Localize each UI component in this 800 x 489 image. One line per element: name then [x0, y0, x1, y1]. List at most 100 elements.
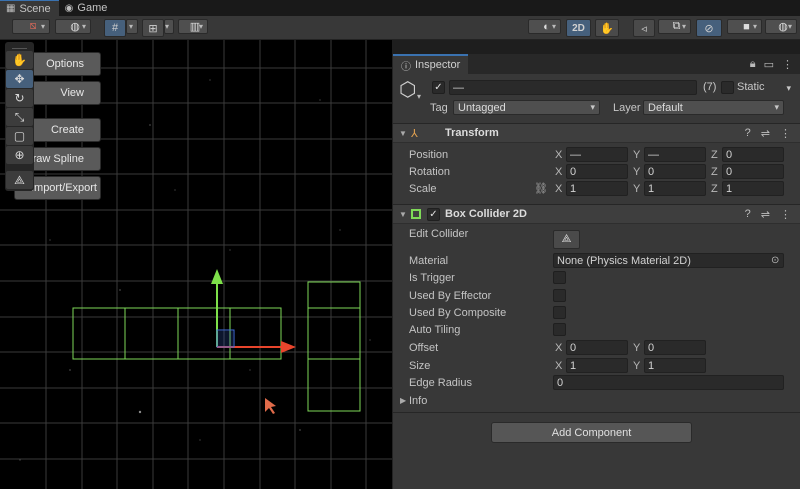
effects-dropdown[interactable]: ⧉ — [658, 19, 691, 34]
transform-tool[interactable]: ⊕ — [6, 146, 33, 164]
layer-dropdown[interactable]: Default — [643, 100, 784, 115]
camera-dropdown[interactable]: ■ — [727, 19, 762, 34]
rotation-z-field[interactable]: 0 — [722, 164, 784, 179]
maximize-icon[interactable]: ▭ — [764, 58, 774, 71]
material-field[interactable]: None (Physics Material 2D) — [553, 253, 784, 268]
component-menu-icon[interactable]: ⋮ — [780, 208, 791, 221]
size-row: Size X 1 Y 1 — [393, 357, 800, 374]
increment-snap-button[interactable]: ⊞ — [142, 19, 164, 37]
used-by-composite-checkbox[interactable] — [553, 306, 566, 319]
position-z-field[interactable]: 0 — [722, 147, 784, 162]
rotate-tool[interactable]: ↻ — [6, 89, 33, 107]
edit-collider-button[interactable]: ⟁ — [553, 230, 580, 249]
transform-header[interactable]: ▼ ⅄ Transform ? ⇌ ⋮ — [393, 123, 800, 143]
audio-icon: ◃ — [641, 22, 647, 35]
tag-dropdown[interactable]: Untagged — [453, 100, 600, 115]
box-collider-fold-icon[interactable]: ▼ — [399, 210, 407, 219]
help-icon[interactable]: ? — [745, 208, 751, 221]
scale-z-field[interactable]: 1 — [722, 181, 784, 196]
scene-visibility-button[interactable]: ⊘ — [696, 19, 722, 37]
create-label: Create — [50, 124, 84, 136]
add-component-label: Add Component — [551, 426, 632, 439]
constrain-proportions-icon[interactable]: ⛓ — [534, 182, 548, 195]
lighting-button[interactable]: ✋ — [595, 19, 619, 37]
2d-mode-button[interactable]: 2D — [566, 19, 591, 37]
cube-dropdown-icon[interactable]: ▾ — [417, 92, 421, 101]
position-y-label: Y — [633, 148, 641, 161]
used-by-composite-label: Used By Composite — [409, 306, 507, 319]
size-y-field[interactable]: 1 — [644, 358, 706, 373]
is-trigger-checkbox[interactable] — [553, 271, 566, 284]
edge-radius-field[interactable]: 0 — [553, 375, 784, 390]
auto-tiling-checkbox[interactable] — [553, 323, 566, 336]
position-x-value: — — [570, 148, 581, 161]
active-checkbox[interactable]: ✓ — [432, 81, 445, 94]
offset-x-field[interactable]: 0 — [566, 340, 628, 355]
static-dropdown[interactable] — [779, 81, 795, 96]
scale-tool[interactable]: ⤡ — [6, 108, 33, 126]
shading-mode-dropdown[interactable]: ◐ — [528, 19, 561, 34]
box-colliders-row — [72, 307, 282, 360]
add-component-button[interactable]: Add Component — [491, 422, 692, 443]
rotation-row: Rotation X 0 Y 0 Z 0 — [393, 163, 800, 180]
components-divider — [393, 412, 800, 413]
scene-canvas[interactable] — [0, 40, 392, 489]
draw-mode-dropdown[interactable]: ⧅ — [12, 19, 50, 34]
material-value: None (Physics Material 2D) — [557, 254, 691, 267]
palette-handle[interactable] — [12, 43, 27, 49]
object-picker-icon[interactable]: ⊙ — [771, 255, 779, 266]
position-y-field[interactable]: — — [644, 147, 706, 162]
2d-mode-label: 2D — [572, 22, 585, 34]
rotation-z-value: 0 — [726, 165, 733, 178]
spline-icon: ⟁ — [14, 172, 25, 187]
component-menu-icon[interactable]: ⋮ — [780, 127, 791, 140]
scale-y-field[interactable]: 1 — [644, 181, 706, 196]
position-row: Position X — Y — Z 0 — [393, 146, 800, 163]
static-checkbox[interactable] — [721, 81, 734, 94]
position-x-label: X — [555, 148, 563, 161]
lock-icon[interactable]: 🔒︎ — [750, 58, 756, 71]
scale-x-value: 1 — [570, 182, 577, 195]
rotate-icon: ↻ — [14, 91, 25, 105]
grid-snap-button[interactable]: # — [104, 19, 126, 37]
global-local-dropdown[interactable]: ◍ — [55, 19, 91, 34]
help-icon[interactable]: ? — [745, 127, 751, 140]
object-name-field[interactable]: — — [449, 80, 697, 95]
grid-snap-dropdown[interactable] — [126, 19, 138, 34]
hand-tool[interactable]: ✋ — [6, 51, 33, 69]
box-collider-enabled-checkbox[interactable]: ✓ — [427, 208, 440, 221]
gizmos-dropdown[interactable]: ◍ — [765, 19, 797, 34]
box-collider-header[interactable]: ▼ ✓ Box Collider 2D ? ⇌ ⋮ — [393, 204, 800, 224]
scale-x-field[interactable]: 1 — [566, 181, 628, 196]
increment-snap-dropdown[interactable] — [164, 19, 174, 34]
used-by-effector-checkbox[interactable] — [553, 289, 566, 302]
tab-inspector[interactable]: ⓘ Inspector — [393, 54, 469, 74]
custom-tool[interactable]: ⟁ — [6, 171, 33, 189]
scene-view[interactable]: Options View Create Draw Spline Import/E… — [0, 40, 392, 489]
size-y-label: Y — [633, 359, 641, 372]
rotation-x-field[interactable]: 0 — [566, 164, 628, 179]
position-x-field[interactable]: — — [566, 147, 628, 162]
info-row[interactable]: ▶ Info — [393, 392, 800, 409]
offset-x-label: X — [555, 341, 563, 354]
move-tool[interactable]: ✥ — [6, 70, 33, 88]
rect-tool[interactable]: ▢ — [6, 127, 33, 145]
presets-icon[interactable]: ⇌ — [761, 127, 770, 140]
tab-scene[interactable]: ▦ Scene — [0, 0, 59, 16]
info-fold-icon[interactable]: ▶ — [400, 396, 406, 405]
audio-button[interactable]: ◃ — [633, 19, 655, 37]
tab-game[interactable]: ◉ Game — [59, 0, 116, 16]
lightbulb-icon: ✋ — [600, 22, 614, 35]
object-name-value: — — [453, 81, 464, 94]
transform-fold-icon[interactable]: ▼ — [399, 129, 407, 138]
tool-palette: ✋ ✥ ↻ ⤡ ▢ ⊕ ⟁ — [5, 42, 34, 191]
menu-icon[interactable]: ⋮ — [782, 58, 793, 71]
material-label: Material — [409, 254, 449, 267]
info-label: Info — [409, 394, 428, 407]
size-x-field[interactable]: 1 — [566, 358, 628, 373]
offset-y-field[interactable]: 0 — [644, 340, 706, 355]
rotation-y-field[interactable]: 0 — [644, 164, 706, 179]
size-label: Size — [409, 359, 431, 372]
grid-visibility-dropdown[interactable]: ▥ — [178, 19, 208, 34]
presets-icon[interactable]: ⇌ — [761, 208, 770, 221]
